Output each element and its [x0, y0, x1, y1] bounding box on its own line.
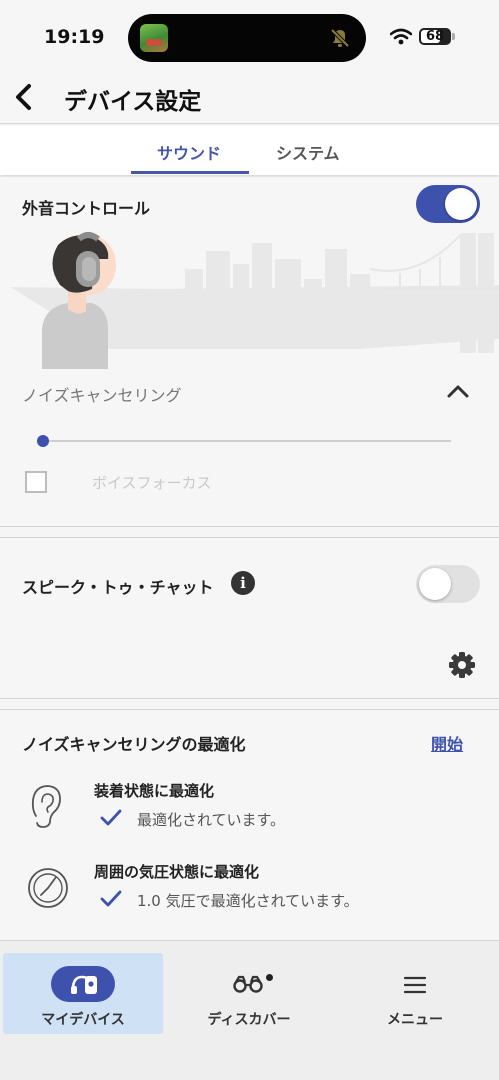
binoculars-icon — [233, 975, 263, 993]
dynamic-island — [128, 14, 366, 62]
nav-menu-label: メニュー — [387, 1012, 443, 1028]
ambient-sound-section: 外音コントロール ノイズキャンセリング ボイスフォーカス — [0, 177, 499, 527]
pressure-optimize-status: 1.0 気圧で最適化されています。 — [137, 892, 359, 910]
speak-to-chat-section: スピーク・トゥ・チャット i — [0, 537, 499, 699]
page-title: デバイス設定 — [64, 89, 202, 115]
ambient-sound-toggle[interactable] — [416, 185, 480, 223]
nav-discover-label: ディスカバー — [207, 1012, 291, 1028]
nav-my-device-label: マイデバイス — [41, 1012, 125, 1028]
status-bar: 19:19 68 — [0, 0, 499, 72]
app-thumbnail-icon — [140, 24, 168, 52]
nav-active-pill — [51, 966, 115, 1002]
ambient-sound-title: 外音コントロール — [22, 199, 151, 218]
ear-icon — [31, 785, 61, 828]
ambient-level-slider[interactable] — [43, 440, 451, 442]
tab-bar: サウンド システム — [0, 126, 499, 175]
back-arrow-icon[interactable] — [10, 82, 40, 112]
fit-optimize-title: 装着状態に最適化 — [94, 782, 215, 800]
nav-discover[interactable]: ディスカバー — [169, 953, 329, 1034]
info-icon[interactable]: i — [231, 571, 255, 595]
gear-icon[interactable] — [448, 651, 476, 679]
ambient-illustration — [10, 232, 499, 369]
speak-to-chat-toggle[interactable] — [416, 565, 480, 603]
nav-my-device[interactable]: マイデバイス — [3, 953, 163, 1034]
chevron-up-icon[interactable] — [446, 381, 470, 401]
speak-to-chat-title: スピーク・トゥ・チャット — [22, 578, 214, 597]
app-header: デバイス設定 — [0, 72, 499, 124]
battery-cap — [452, 33, 455, 40]
ambient-level-slider-thumb[interactable] — [37, 435, 49, 447]
tab-sound[interactable]: サウンド — [157, 140, 221, 164]
status-time: 19:19 — [44, 26, 105, 48]
pressure-optimize-title: 周囲の気圧状態に最適化 — [94, 863, 260, 881]
battery-percent: 68 — [425, 29, 445, 44]
fit-optimize-status: 最適化されています。 — [137, 811, 286, 829]
wifi-icon — [390, 28, 412, 45]
headphones-icon — [71, 975, 97, 994]
nc-optimizer-start-link[interactable]: 開始 — [431, 731, 463, 755]
mute-bell-icon — [330, 28, 350, 48]
toggle-knob — [419, 568, 451, 600]
pressure-gauge-icon — [28, 868, 68, 908]
tab-system[interactable]: システム — [276, 140, 340, 164]
nc-optimizer-title: ノイズキャンセリングの最適化 — [22, 735, 246, 754]
voice-focus-checkbox[interactable] — [25, 471, 47, 493]
voice-focus-label: ボイスフォーカス — [92, 474, 212, 492]
active-tab-indicator — [131, 171, 249, 174]
nav-menu[interactable]: メニュー — [335, 953, 495, 1034]
new-content-badge — [266, 974, 273, 981]
bottom-navigation: マイデバイス ディスカバー メニュー — [0, 941, 499, 1080]
battery-icon: 68 — [419, 28, 451, 45]
noise-canceling-label: ノイズキャンセリング — [22, 386, 182, 405]
nc-optimizer-section: ノイズキャンセリングの最適化 開始 装着状態に最適化 最適化されています。 周囲… — [0, 709, 499, 941]
checkmark-icon — [100, 890, 122, 907]
toggle-knob — [445, 188, 477, 220]
hamburger-menu-icon — [403, 976, 427, 994]
checkmark-icon — [100, 809, 122, 826]
